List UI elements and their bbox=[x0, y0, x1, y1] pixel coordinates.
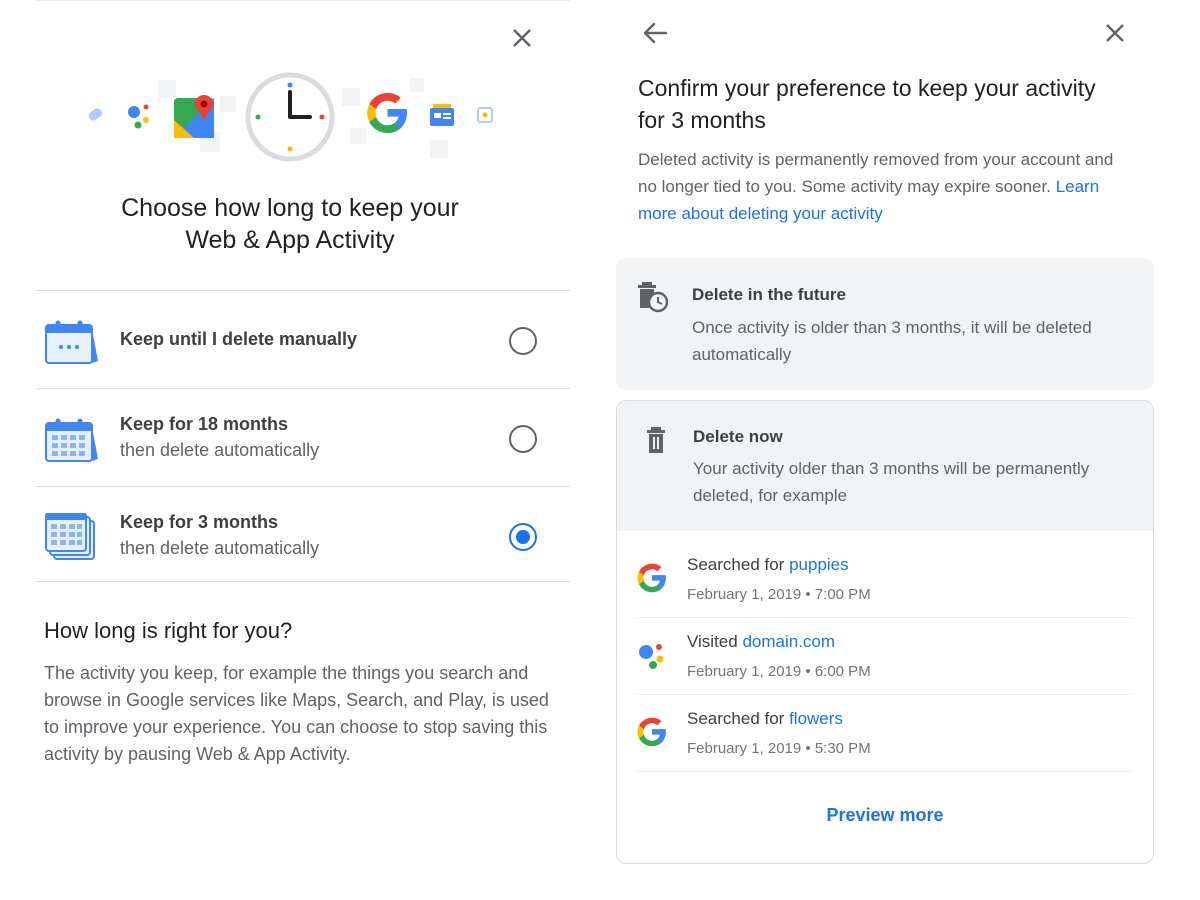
retention-choice-panel: Choose how long to keep your Web & App A… bbox=[0, 0, 600, 900]
activity-line: Searched for puppies bbox=[687, 555, 849, 574]
clock-icon bbox=[245, 72, 335, 162]
activity-line: Visited domain.com bbox=[687, 632, 836, 651]
option-keep-18-months[interactable]: Keep for 18 months then delete automatic… bbox=[36, 388, 570, 484]
activity-time: February 1, 2019 • 5:30 PM bbox=[687, 740, 871, 757]
hero-illustration bbox=[80, 70, 510, 170]
radio-keep-3-months[interactable] bbox=[509, 523, 537, 551]
confirm-panel: Confirm your preference to keep your act… bbox=[600, 0, 1200, 900]
top-divider bbox=[36, 0, 570, 1]
assistant-icon bbox=[637, 640, 667, 670]
card-title: Delete in the future bbox=[692, 285, 846, 304]
delete-future-card: Delete in the future Once activity is ol… bbox=[616, 258, 1154, 390]
option-subtitle: then delete automatically bbox=[120, 538, 320, 558]
trash-clock-icon bbox=[638, 280, 672, 314]
assistant-dots-icon bbox=[128, 104, 149, 129]
option-title: Keep until I delete manually bbox=[120, 329, 358, 349]
trash-icon bbox=[639, 425, 673, 459]
activity-link[interactable]: flowers bbox=[789, 709, 843, 728]
delete-now-card: Delete now Your activity older than 3 mo… bbox=[616, 400, 1154, 864]
activity-row[interactable]: Searched for flowers February 1, 2019 • … bbox=[637, 695, 1131, 772]
option-keep-3-months[interactable]: Keep for 3 months then delete automatica… bbox=[36, 486, 570, 582]
activity-row[interactable]: Visited domain.com February 1, 2019 • 6:… bbox=[637, 618, 1131, 695]
confirm-title: Confirm your preference to keep your act… bbox=[638, 75, 1096, 133]
calendar-stack-icon bbox=[44, 512, 100, 563]
image-icon bbox=[477, 107, 493, 123]
tag-icon bbox=[88, 108, 103, 121]
option-keep-manually[interactable]: Keep until I delete manually bbox=[36, 290, 570, 386]
close-icon[interactable] bbox=[506, 22, 538, 54]
close-icon[interactable] bbox=[1098, 16, 1132, 50]
preview-more-button[interactable]: Preview more bbox=[617, 805, 1153, 826]
confirm-description: Deleted activity is permanently removed … bbox=[638, 150, 1114, 223]
radio-keep-manually[interactable] bbox=[509, 327, 537, 355]
card-title: Delete now bbox=[693, 427, 783, 446]
back-arrow-icon[interactable] bbox=[638, 18, 672, 48]
radio-keep-18-months[interactable] bbox=[509, 425, 537, 453]
activity-row[interactable]: Searched for puppies February 1, 2019 • … bbox=[637, 541, 1131, 618]
news-icon bbox=[430, 104, 454, 126]
delete-now-header: Delete now Your activity older than 3 mo… bbox=[617, 401, 1153, 531]
activity-line: Searched for flowers bbox=[687, 709, 843, 728]
page-title: Choose how long to keep your Web & App A… bbox=[121, 194, 459, 254]
google-g-icon bbox=[367, 93, 407, 133]
google-icon bbox=[637, 717, 667, 747]
activity-time: February 1, 2019 • 6:00 PM bbox=[687, 663, 871, 680]
maps-icon bbox=[174, 95, 214, 138]
calendar-icon bbox=[44, 317, 100, 367]
calendar-grid-icon bbox=[44, 415, 100, 465]
card-body: Once activity is older than 3 months, it… bbox=[692, 318, 1092, 364]
google-icon bbox=[637, 563, 667, 593]
option-subtitle: then delete automatically bbox=[120, 440, 320, 460]
card-body: Your activity older than 3 months will b… bbox=[693, 459, 1090, 505]
activity-link[interactable]: puppies bbox=[789, 555, 849, 574]
activity-time: February 1, 2019 • 7:00 PM bbox=[687, 586, 871, 603]
info-heading: How long is right for you? bbox=[44, 618, 293, 643]
activity-link[interactable]: domain.com bbox=[742, 632, 835, 651]
option-title: Keep for 18 months bbox=[120, 414, 289, 434]
info-body: The activity you keep, for example the t… bbox=[44, 663, 549, 764]
option-title: Keep for 3 months bbox=[120, 512, 279, 532]
